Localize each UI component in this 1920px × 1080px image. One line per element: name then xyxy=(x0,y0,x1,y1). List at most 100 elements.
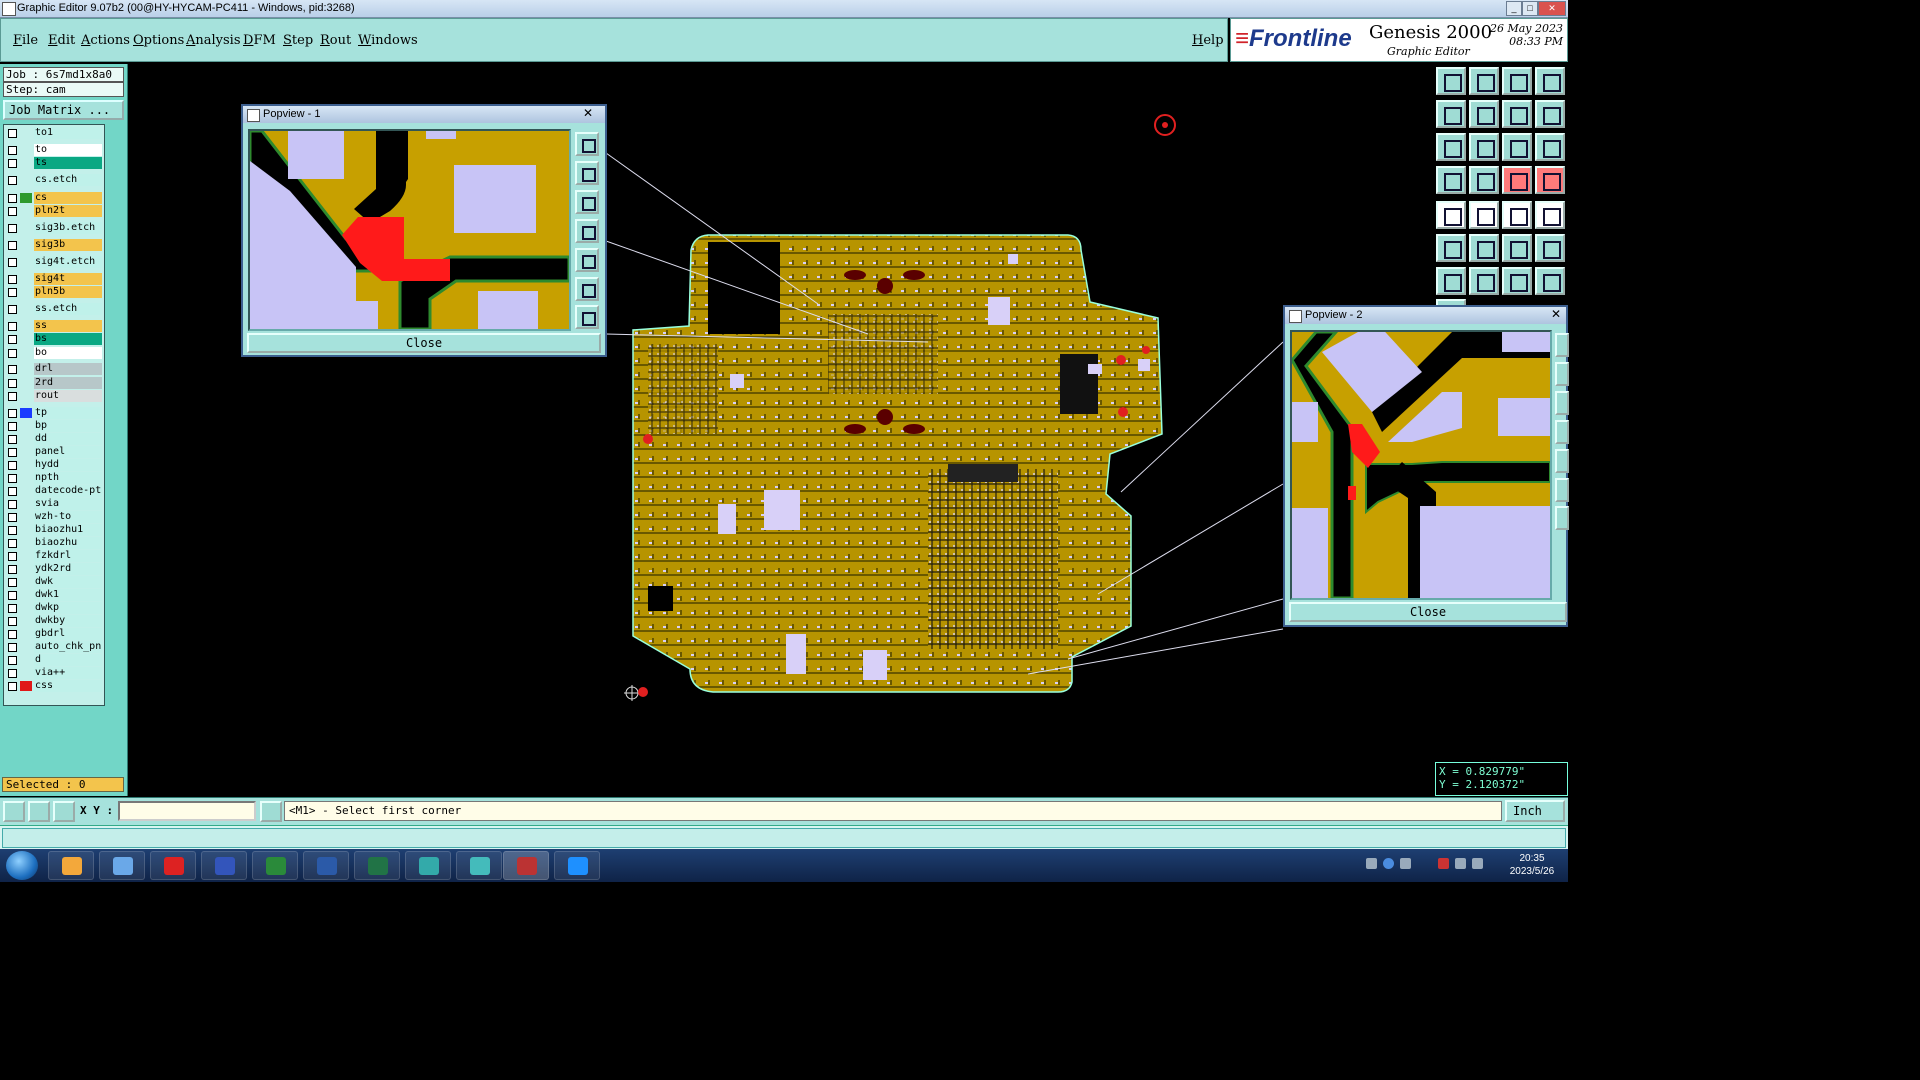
layer-color-swatch[interactable] xyxy=(20,447,32,457)
taskbar-genesis2-icon[interactable] xyxy=(456,851,502,880)
toolbox-tool-1-icon[interactable] xyxy=(1436,67,1466,95)
taskbar-app-red-icon[interactable] xyxy=(150,851,196,880)
layer-name[interactable]: via++ xyxy=(34,667,102,679)
layer-row-rout[interactable]: rout xyxy=(4,390,104,402)
layer-checkbox[interactable] xyxy=(8,207,17,216)
layer-name[interactable]: drl xyxy=(34,363,102,375)
layer-color-swatch[interactable] xyxy=(20,158,32,168)
layer-name[interactable]: svia xyxy=(34,498,102,510)
layer-color-swatch[interactable] xyxy=(20,512,32,522)
layer-color-swatch[interactable] xyxy=(20,334,32,344)
layer-color-swatch[interactable] xyxy=(20,145,32,155)
layer-row-cs[interactable]: cs xyxy=(4,192,104,204)
layer-checkbox[interactable] xyxy=(8,565,17,574)
toolbox-tool-26-icon[interactable] xyxy=(1469,267,1499,295)
layer-checkbox[interactable] xyxy=(8,669,17,678)
popview-1-pan-left-icon[interactable] xyxy=(575,219,599,243)
layer-checkbox[interactable] xyxy=(8,322,17,331)
units-button[interactable]: Inch xyxy=(1505,800,1565,822)
layer-row-hydd[interactable]: hydd xyxy=(4,459,104,471)
popview-1-close-x[interactable]: ✕ xyxy=(574,107,602,120)
toolbox-tool-13-icon[interactable] xyxy=(1436,166,1466,194)
layer-color-swatch[interactable] xyxy=(20,525,32,535)
popview-1-zoom-out-icon[interactable] xyxy=(575,161,599,185)
layer-name[interactable]: dwk1 xyxy=(34,589,102,601)
tray-network-icon[interactable] xyxy=(1472,858,1483,869)
select-mode-icon[interactable] xyxy=(3,801,25,822)
layer-row-ss[interactable]: ss xyxy=(4,320,104,332)
toolbox-tool-25-icon[interactable] xyxy=(1436,267,1466,295)
layer-color-swatch[interactable] xyxy=(20,364,32,374)
layer-color-swatch[interactable] xyxy=(20,629,32,639)
system-clock[interactable]: 20:35 2023/5/26 xyxy=(1500,852,1564,878)
layer-name[interactable]: panel xyxy=(34,446,102,458)
layer-checkbox[interactable] xyxy=(8,474,17,483)
layer-name[interactable]: datecode-pt xyxy=(34,485,102,497)
toolbox-tool-10-icon[interactable] xyxy=(1469,133,1499,161)
layer-checkbox[interactable] xyxy=(8,194,17,203)
layer-name[interactable]: cs xyxy=(34,192,102,204)
toolbox-tool-3-icon[interactable] xyxy=(1502,67,1532,95)
layer-color-swatch[interactable] xyxy=(20,257,32,267)
popview-1-view[interactable] xyxy=(248,129,571,331)
layer-color-swatch[interactable] xyxy=(20,486,32,496)
layer-row-gbdrl[interactable]: gbdrl xyxy=(4,628,104,640)
layer-checkbox[interactable] xyxy=(8,288,17,297)
layer-color-swatch[interactable] xyxy=(20,287,32,297)
toolbox-tool-14-icon[interactable] xyxy=(1469,166,1499,194)
layer-checkbox[interactable] xyxy=(8,392,17,401)
layer-color-swatch[interactable] xyxy=(20,460,32,470)
layer-row-wzh-to[interactable]: wzh-to xyxy=(4,511,104,523)
toolbox-tool-15-icon[interactable] xyxy=(1502,166,1532,194)
popview-2-close-x[interactable]: ✕ xyxy=(1542,308,1570,321)
popview-1-close-button[interactable]: Close xyxy=(247,333,601,353)
layer-row-dd[interactable]: dd xyxy=(4,433,104,445)
layer-row-npth[interactable]: npth xyxy=(4,472,104,484)
layer-color-swatch[interactable] xyxy=(20,616,32,626)
toolbox-tool-12-icon[interactable] xyxy=(1535,133,1565,161)
toolbox-tool-11-icon[interactable] xyxy=(1502,133,1532,161)
toolbox-tool-23-icon[interactable] xyxy=(1502,234,1532,262)
layer-name[interactable]: ts xyxy=(34,157,102,169)
menu-actions[interactable]: Actions xyxy=(81,33,130,48)
layer-checkbox[interactable] xyxy=(8,224,17,233)
toolbox-tool-18-icon[interactable] xyxy=(1469,201,1499,229)
layer-name[interactable]: dwk xyxy=(34,576,102,588)
layer-name[interactable]: dwkp xyxy=(34,602,102,614)
minimize-button[interactable]: _ xyxy=(1506,1,1522,16)
layer-row-dwkp[interactable]: dwkp xyxy=(4,602,104,614)
tray-settings-icon[interactable] xyxy=(1400,858,1411,869)
layer-name[interactable]: sig4t.etch xyxy=(34,256,102,268)
layer-name[interactable]: sig3b.etch xyxy=(34,222,102,234)
menu-windows[interactable]: Windows xyxy=(358,33,418,48)
layer-color-swatch[interactable] xyxy=(20,668,32,678)
layer-row-cs-etch[interactable]: cs.etch xyxy=(4,174,104,186)
layer-name[interactable]: biaozhu1 xyxy=(34,524,102,536)
layer-checkbox[interactable] xyxy=(8,513,17,522)
layer-checkbox[interactable] xyxy=(8,617,17,626)
layer-checkbox[interactable] xyxy=(8,604,17,613)
toolbox-tool-9-icon[interactable] xyxy=(1436,133,1466,161)
layer-checkbox[interactable] xyxy=(8,591,17,600)
layer-row-auto-chk-pn[interactable]: auto_chk_pn xyxy=(4,641,104,653)
taskbar-shell-icon[interactable] xyxy=(48,851,94,880)
layer-row-bs[interactable]: bs xyxy=(4,333,104,345)
menu-file[interactable]: File xyxy=(13,33,38,48)
toolbox-tool-17-icon[interactable] xyxy=(1436,201,1466,229)
layer-color-swatch[interactable] xyxy=(20,421,32,431)
layer-row-fzkdrl[interactable]: fzkdrl xyxy=(4,550,104,562)
layer-row-bo[interactable]: bo xyxy=(4,347,104,359)
layer-color-swatch[interactable] xyxy=(20,304,32,314)
layer-row-to[interactable]: to xyxy=(4,144,104,156)
layer-name[interactable]: bo xyxy=(34,347,102,359)
layer-color-swatch[interactable] xyxy=(20,193,32,203)
layer-checkbox[interactable] xyxy=(8,159,17,168)
layer-name[interactable]: to1 xyxy=(34,127,102,139)
layer-row-biaozhu[interactable]: biaozhu xyxy=(4,537,104,549)
layer-color-swatch[interactable] xyxy=(20,603,32,613)
taskbar-genesis-icon[interactable] xyxy=(405,851,451,880)
layer-checkbox[interactable] xyxy=(8,379,17,388)
layer-name[interactable]: bs xyxy=(34,333,102,345)
layer-checkbox[interactable] xyxy=(8,682,17,691)
layer-color-swatch[interactable] xyxy=(20,564,32,574)
